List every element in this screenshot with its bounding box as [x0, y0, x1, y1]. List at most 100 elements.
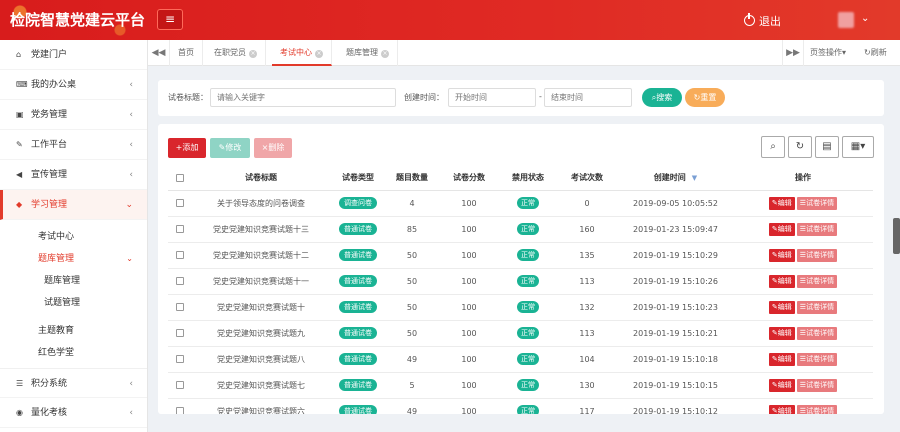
- row-edit-button[interactable]: ✎编辑: [768, 378, 795, 392]
- tab-question-bank[interactable]: 题库管理 ×: [338, 40, 398, 66]
- search-icon: ⌕: [770, 141, 776, 152]
- scrollbar-handle[interactable]: [893, 218, 900, 254]
- cell-actions: ✎编辑 ☰试卷详情: [733, 242, 873, 269]
- row-checkbox[interactable]: [176, 329, 184, 337]
- row-select-cell[interactable]: [168, 398, 192, 414]
- row-select-cell[interactable]: [168, 190, 192, 217]
- row-checkbox[interactable]: [176, 303, 184, 311]
- table-row[interactable]: 党史党建知识竞赛试题九 普通试卷 50 100 正常 113 2019-01-19 15:1…: [168, 320, 873, 347]
- toggle-search-button[interactable]: ⌕: [761, 136, 785, 158]
- row-detail-button[interactable]: ☰试卷详情: [796, 196, 838, 210]
- tab-next-button[interactable]: ▶▶: [782, 40, 804, 66]
- menu-toggle-button[interactable]: ≡: [157, 9, 183, 30]
- header-created[interactable]: 创建时间 ▼: [618, 166, 733, 191]
- close-icon[interactable]: ×: [249, 50, 257, 58]
- refresh-tab-button[interactable]: ↻刷新: [864, 40, 887, 66]
- page-ops-dropdown[interactable]: 页签操作▾: [810, 40, 846, 66]
- sidebar-sub-exam-center[interactable]: 考试中心: [0, 226, 147, 248]
- edit-button[interactable]: ✎修改: [210, 138, 250, 158]
- row-detail-button[interactable]: ☰试卷详情: [796, 326, 838, 340]
- avatar[interactable]: [838, 12, 854, 28]
- row-edit-button[interactable]: ✎编辑: [768, 352, 795, 366]
- row-select-cell[interactable]: [168, 268, 192, 295]
- row-detail-button[interactable]: ☰试卷详情: [796, 352, 838, 366]
- delete-button[interactable]: ×删除: [254, 138, 292, 158]
- header-count[interactable]: 题目数量: [386, 166, 438, 191]
- sidebar-item-work-platform[interactable]: ✎ 工作平台 ‹: [0, 130, 147, 160]
- end-time-input[interactable]: [544, 88, 632, 107]
- header-status[interactable]: 禁用状态: [500, 166, 556, 191]
- row-checkbox[interactable]: [176, 407, 184, 414]
- add-button[interactable]: +添加: [168, 138, 206, 158]
- row-edit-button[interactable]: ✎编辑: [768, 300, 795, 314]
- tab-active-members[interactable]: 在职党员 ×: [206, 40, 266, 66]
- row-checkbox[interactable]: [176, 251, 184, 259]
- table-row[interactable]: 党史党建知识竞赛试题十 普通试卷 50 100 正常 132 2019-01-19 15:1…: [168, 294, 873, 321]
- row-select-cell[interactable]: [168, 216, 192, 243]
- select-all-cell[interactable]: [168, 166, 192, 191]
- row-detail-button[interactable]: ☰试卷详情: [796, 378, 838, 392]
- row-edit-button[interactable]: ✎编辑: [768, 274, 795, 288]
- sidebar-item-office[interactable]: ⌨ 我的办公桌 ‹: [0, 70, 147, 100]
- start-time-input[interactable]: [448, 88, 536, 107]
- table-row[interactable]: 关于领导态度的问卷调查 调查问卷 4 100 正常 0 2019-09-05 10:05:5…: [168, 190, 873, 217]
- row-checkbox[interactable]: [176, 277, 184, 285]
- sidebar-sub-question-mgmt[interactable]: 试题管理: [0, 292, 147, 314]
- row-select-cell[interactable]: [168, 294, 192, 321]
- header-score[interactable]: 试卷分数: [438, 166, 500, 191]
- row-select-cell[interactable]: [168, 320, 192, 347]
- row-checkbox[interactable]: [176, 355, 184, 363]
- sidebar-sub-question-bank[interactable]: 题库管理: [0, 270, 147, 292]
- row-detail-button[interactable]: ☰试卷详情: [796, 274, 838, 288]
- select-all-checkbox[interactable]: [176, 173, 184, 182]
- table-row[interactable]: 党史党建知识竞赛试题十二 普通试卷 50 100 正常 135 2019-01-19 15:…: [168, 242, 873, 269]
- sidebar-item-party-affairs[interactable]: ▣ 党务管理 ‹: [0, 100, 147, 130]
- sidebar-sub-question-bank-mgmt[interactable]: 题库管理 ⌄: [0, 248, 147, 270]
- tab-prev-button[interactable]: ◀◀: [148, 40, 170, 66]
- sidebar-item-assessment[interactable]: ◉ 量化考核 ‹: [0, 398, 147, 428]
- row-checkbox[interactable]: [176, 225, 184, 233]
- row-checkbox[interactable]: [176, 199, 184, 207]
- close-icon[interactable]: ×: [315, 50, 323, 58]
- row-edit-button[interactable]: ✎编辑: [768, 196, 795, 210]
- export-button[interactable]: ▤: [815, 136, 839, 158]
- close-icon[interactable]: ×: [381, 50, 389, 58]
- sort-icon[interactable]: ▼: [692, 174, 697, 182]
- title-search-input[interactable]: [210, 88, 396, 107]
- row-checkbox[interactable]: [176, 381, 184, 389]
- sidebar-item-portal[interactable]: ⌂ 党建门户: [0, 40, 147, 70]
- sidebar-item-learning[interactable]: ◆ 学习管理 ⌄: [0, 190, 147, 220]
- row-detail-button[interactable]: ☰试卷详情: [796, 300, 838, 314]
- sidebar-sub-red-study[interactable]: 红色学堂: [0, 342, 147, 364]
- reset-button[interactable]: ↻重置: [685, 88, 725, 107]
- row-detail-button[interactable]: ☰试卷详情: [796, 222, 838, 236]
- row-select-cell[interactable]: [168, 346, 192, 373]
- search-button[interactable]: ⌕搜索: [642, 88, 682, 107]
- sidebar-sub-theme-education[interactable]: 主题教育: [0, 320, 147, 342]
- row-detail-button[interactable]: ☰试卷详情: [796, 404, 838, 414]
- table-row[interactable]: 党史党建知识竞赛试题十三 普通试卷 85 100 正常 160 2019-01-23 15:…: [168, 216, 873, 243]
- table-row[interactable]: 党史党建知识竞赛试题十一 普通试卷 50 100 正常 113 2019-01-19 15:…: [168, 268, 873, 295]
- table-row[interactable]: 党史党建知识竞赛试题八 普通试卷 49 100 正常 104 2019-01-19 15:1…: [168, 346, 873, 373]
- chevron-down-icon[interactable]: ⌄: [861, 13, 869, 24]
- columns-button[interactable]: ▦▾: [842, 136, 874, 158]
- row-edit-button[interactable]: ✎编辑: [768, 404, 795, 414]
- logout-button[interactable]: 退出: [744, 13, 781, 29]
- row-select-cell[interactable]: [168, 242, 192, 269]
- header-title[interactable]: 试卷标题: [192, 166, 330, 191]
- row-edit-button[interactable]: ✎编辑: [768, 326, 795, 340]
- sidebar-item-points[interactable]: ☰ 积分系统 ‹: [0, 368, 147, 398]
- row-edit-button[interactable]: ✎编辑: [768, 248, 795, 262]
- tab-exam-center[interactable]: 考试中心 ×: [272, 40, 332, 66]
- row-select-cell[interactable]: [168, 372, 192, 399]
- sidebar-item-publicity[interactable]: ◀ 宣传管理 ‹: [0, 160, 147, 190]
- table-row[interactable]: 党史党建知识竞赛试题七 普通试卷 5 100 正常 130 2019-01-19 15:10…: [168, 372, 873, 399]
- row-edit-button[interactable]: ✎编辑: [768, 222, 795, 236]
- header-type[interactable]: 试卷类型: [330, 166, 386, 191]
- refresh-button[interactable]: ↻: [788, 136, 812, 158]
- bars-icon: ≡: [164, 12, 176, 26]
- table-row[interactable]: 党史党建知识竞赛试题六 普通试卷 49 100 正常 117 2019-01-19 15:1…: [168, 398, 873, 414]
- header-times[interactable]: 考试次数: [556, 166, 618, 191]
- tab-home[interactable]: 首页: [170, 40, 203, 66]
- row-detail-button[interactable]: ☰试卷详情: [796, 248, 838, 262]
